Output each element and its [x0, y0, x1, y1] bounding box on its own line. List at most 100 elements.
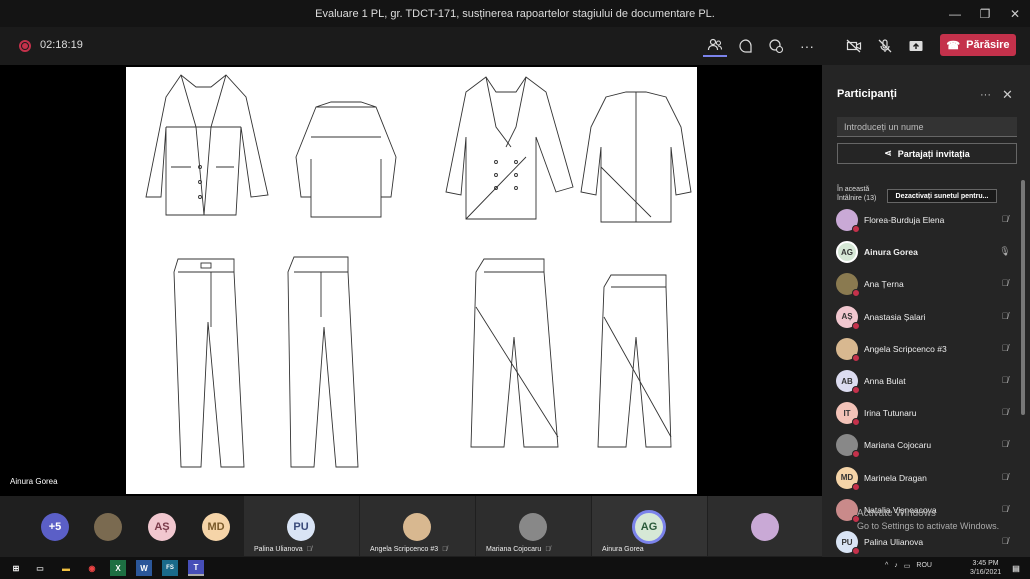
- title-bar: Evaluare 1 PL, gr. TDCT-171, susținerea …: [0, 0, 1030, 27]
- participant-row[interactable]: PU Palina Ulianova 🎙̸: [836, 530, 1011, 555]
- status-badge: [852, 482, 860, 491]
- teams-icon[interactable]: T: [188, 560, 204, 576]
- mic-off-icon[interactable]: 🎙̸: [999, 278, 1011, 290]
- mic-off-icon[interactable]: 🎙̸: [999, 536, 1011, 548]
- more-options-icon[interactable]: ···: [795, 35, 819, 57]
- minimize-icon[interactable]: —: [940, 0, 970, 27]
- mic-off-icon[interactable]: 🎙̸: [999, 311, 1011, 323]
- windows-start-icon[interactable]: ⊞: [8, 560, 24, 576]
- mic-off-icon[interactable]: [873, 35, 897, 57]
- status-badge: [852, 289, 860, 298]
- participants-icon[interactable]: [703, 35, 727, 57]
- meeting-timer: 02:18:19: [40, 39, 83, 51]
- tile-name: Ainura Gorea: [602, 546, 644, 553]
- avatar[interactable]: MD: [202, 513, 230, 541]
- video-tile[interactable]: AG Ainura Gorea: [592, 496, 707, 556]
- participant-row[interactable]: MD Marinela Dragan 🎙̸: [836, 466, 1011, 491]
- mic-off-icon[interactable]: 🎙̸: [999, 472, 1011, 484]
- mic-off-icon[interactable]: 🎙̸: [999, 504, 1011, 516]
- garment-flat-sketches: [145, 74, 692, 468]
- participants-panel: Participanți ··· ✕ ⋖ Partajați invitația…: [822, 65, 1030, 557]
- mic-off-icon[interactable]: 🎙̸: [999, 343, 1011, 355]
- participant-row[interactable]: Ana Țerna 🎙̸: [836, 272, 1011, 298]
- participant-name: Ainura Gorea: [864, 247, 918, 258]
- network-icon[interactable]: ▭: [904, 562, 911, 570]
- status-badge: [852, 225, 860, 233]
- participant-row[interactable]: IT Irina Tutunaru 🎙̸: [836, 401, 1011, 427]
- mic-off-icon: 🎙̸: [545, 546, 551, 553]
- shared-fashion-sketch: [126, 67, 697, 494]
- avatar: [836, 209, 860, 233]
- excel-icon[interactable]: X: [110, 560, 126, 576]
- chevron-up-icon[interactable]: ^: [885, 562, 888, 570]
- participant-name: Anastasia Șalari: [864, 311, 926, 322]
- scrollbar[interactable]: [1021, 180, 1025, 415]
- leave-button[interactable]: ☎ Părăsire: [940, 34, 1016, 56]
- mic-off-icon[interactable]: 🎙̸: [999, 214, 1011, 226]
- avatar: AȘ: [836, 305, 860, 330]
- watermark-subtitle: Go to Settings to activate Windows.: [857, 521, 1000, 531]
- avatar: [836, 434, 860, 459]
- avatar: [836, 337, 860, 362]
- watermark-title: Activate Windows: [857, 508, 936, 519]
- panel-title: Participanți: [837, 88, 897, 100]
- avatar: AB: [836, 370, 860, 394]
- participant-row[interactable]: AB Anna Bulat 🎙̸: [836, 369, 1011, 394]
- taskbar: ⊞ ▭ ▬ ◉ X W FS T ^ ♪ ▭ ROU 3:45 PM 3/16/…: [0, 557, 1030, 579]
- avatar[interactable]: AȘ: [148, 513, 176, 541]
- participant-row[interactable]: Angela Scripcenco #3 🎙̸: [836, 337, 1011, 362]
- close-window-icon[interactable]: ✕: [1000, 0, 1030, 27]
- overflow-participants-badge[interactable]: +5: [41, 513, 69, 541]
- maximize-icon[interactable]: ❐: [970, 0, 1000, 27]
- shared-screen-stage: Приложение teams.microsoft.com предостав…: [0, 65, 822, 556]
- chat-icon[interactable]: [734, 35, 758, 57]
- video-tile[interactable]: [708, 496, 822, 556]
- word-icon[interactable]: W: [136, 560, 152, 576]
- camera-off-icon[interactable]: [842, 35, 866, 57]
- reactions-icon[interactable]: [764, 35, 788, 57]
- participant-row[interactable]: AȘ Anastasia Șalari 🎙̸: [836, 305, 1011, 330]
- in-meeting-section-label[interactable]: În această întâlnire (13): [837, 185, 887, 203]
- more-options-icon[interactable]: ···: [980, 89, 991, 101]
- task-view-icon[interactable]: ▭: [32, 560, 48, 576]
- chrome-icon[interactable]: ◉: [84, 560, 100, 576]
- meeting-toolbar: 02:18:19 ··· ☎ Părăsire: [0, 27, 1030, 65]
- search-input[interactable]: [837, 117, 1017, 137]
- share-invite-button[interactable]: ⋖ Partajați invitația: [837, 143, 1017, 164]
- participant-strip: +5 AȘ MD PU Palina Ulianova 🎙̸ Angela Scr…: [0, 496, 822, 557]
- language-indicator[interactable]: ROU: [916, 562, 932, 570]
- avatar: [751, 513, 779, 541]
- app-icon[interactable]: FS: [162, 560, 178, 576]
- clock-time: 3:45 PM: [972, 560, 999, 567]
- video-tile[interactable]: Mariana Cojocaru 🎙̸: [476, 496, 591, 556]
- file-explorer-icon[interactable]: ▬: [58, 560, 74, 576]
- mute-all-button[interactable]: Dezactivați sunetul pentru...: [887, 189, 997, 203]
- participant-row[interactable]: AG Ainura Gorea 🎙: [836, 240, 1011, 264]
- volume-icon[interactable]: ♪: [894, 562, 898, 570]
- participant-name: Marinela Dragan: [864, 472, 927, 483]
- hang-up-icon: ☎: [946, 39, 961, 52]
- window-title: Evaluare 1 PL, gr. TDCT-171, susținerea …: [315, 7, 715, 20]
- mic-off-icon[interactable]: 🎙̸: [999, 407, 1011, 419]
- activate-windows-watermark: Activate Windows Go to Settings to activ…: [857, 508, 999, 532]
- share-screen-icon[interactable]: [904, 35, 928, 57]
- status-badge: [852, 547, 860, 555]
- participant-row[interactable]: Florea-Burduja Elena 🎙̸: [836, 208, 1011, 233]
- avatar: [836, 273, 860, 298]
- avatar[interactable]: [94, 513, 122, 541]
- close-icon[interactable]: ✕: [1002, 87, 1013, 103]
- participant-name: Angela Scripcenco #3: [864, 343, 947, 354]
- avatar: [836, 498, 860, 523]
- status-badge: [852, 418, 860, 427]
- mic-icon[interactable]: 🎙: [999, 246, 1011, 258]
- clock[interactable]: 3:45 PM 3/16/2021: [970, 559, 1001, 577]
- video-tile[interactable]: Angela Scripcenco #3 🎙̸: [360, 496, 475, 556]
- avatar: MD: [836, 466, 860, 491]
- participant-name: Anna Bulat: [864, 376, 906, 386]
- mic-off-icon[interactable]: 🎙̸: [999, 439, 1011, 451]
- participant-row[interactable]: Mariana Cojocaru 🎙̸: [836, 433, 1011, 459]
- video-tile[interactable]: PU Palina Ulianova 🎙̸: [244, 496, 359, 556]
- avatar: AG: [632, 510, 666, 544]
- mic-off-icon[interactable]: 🎙̸: [999, 375, 1011, 387]
- notifications-icon[interactable]: ▤: [1008, 560, 1024, 576]
